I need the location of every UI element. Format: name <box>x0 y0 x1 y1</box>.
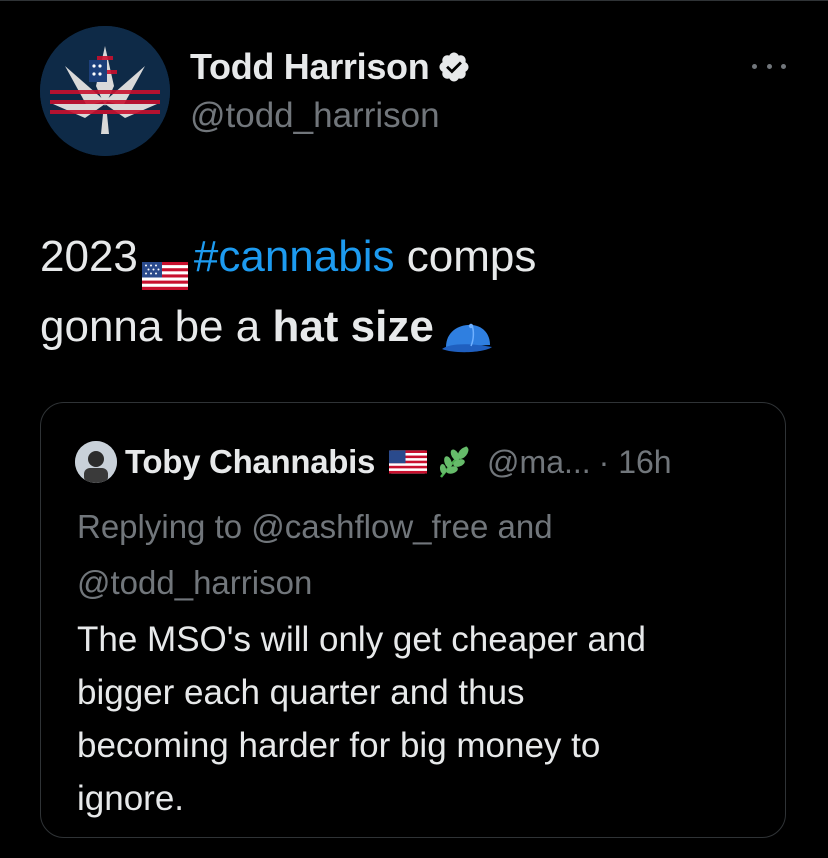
top-divider <box>0 0 828 1</box>
herb-icon <box>435 443 473 481</box>
quoted-body-line: ignore. <box>77 779 185 818</box>
quoted-body-line: becoming harder for big money to <box>77 726 601 765</box>
quoted-author-handle: @ma... <box>487 443 591 480</box>
author-name-row: Todd Harrison <box>190 46 471 88</box>
us-flag-cannabis-leaf-avatar-icon <box>40 26 170 156</box>
tweet-text: 2023 #cannabis comps gonna be a hat size <box>40 222 800 363</box>
hashtag-link[interactable]: #cannabis <box>194 232 395 281</box>
replying-to-line-1: Replying to @cashflow_free and <box>77 508 553 545</box>
more-options-icon[interactable] <box>752 58 786 74</box>
dot <box>752 63 757 69</box>
quoted-tweet-header: Toby Channabis @ma... · 16h <box>75 441 672 483</box>
quoted-tweet-body: The MSO's will only get cheaper and bigg… <box>77 613 767 825</box>
author-handle[interactable]: @todd_harrison <box>190 96 440 136</box>
author-avatar[interactable] <box>40 26 170 156</box>
tweet-year: 2023 <box>40 232 138 281</box>
quoted-tweet-time: · 16h <box>598 443 672 480</box>
tweet-text-after-hashtag: comps <box>394 232 537 281</box>
us-flag-icon <box>389 450 428 474</box>
tweet-bold-phrase: hat size <box>272 302 434 352</box>
quoted-author-name: Toby Channabis <box>125 443 376 480</box>
replying-to: Replying to @cashflow_free and @todd_har… <box>77 499 757 611</box>
blue-cap-icon <box>440 308 494 352</box>
quoted-body-line: bigger each quarter and thus <box>77 673 525 712</box>
replying-to-line-2: @todd_harrison <box>77 564 313 601</box>
author-name[interactable]: Todd Harrison <box>190 46 430 88</box>
verified-badge-icon <box>437 50 471 84</box>
quoted-body-line: The MSO's will only get cheaper and <box>77 620 646 659</box>
dot <box>766 63 772 69</box>
tweet-line-1: 2023 #cannabis comps <box>40 222 800 292</box>
quoted-author-avatar <box>75 441 117 483</box>
dot <box>781 63 786 69</box>
tweet-text-line2-prefix: gonna be a <box>40 302 273 352</box>
tweet-line-2: gonna be a hat size <box>40 292 800 362</box>
quoted-tweet-card[interactable]: Toby Channabis @ma... · 16h Replying to … <box>40 402 786 838</box>
us-flag-icon <box>141 241 188 291</box>
